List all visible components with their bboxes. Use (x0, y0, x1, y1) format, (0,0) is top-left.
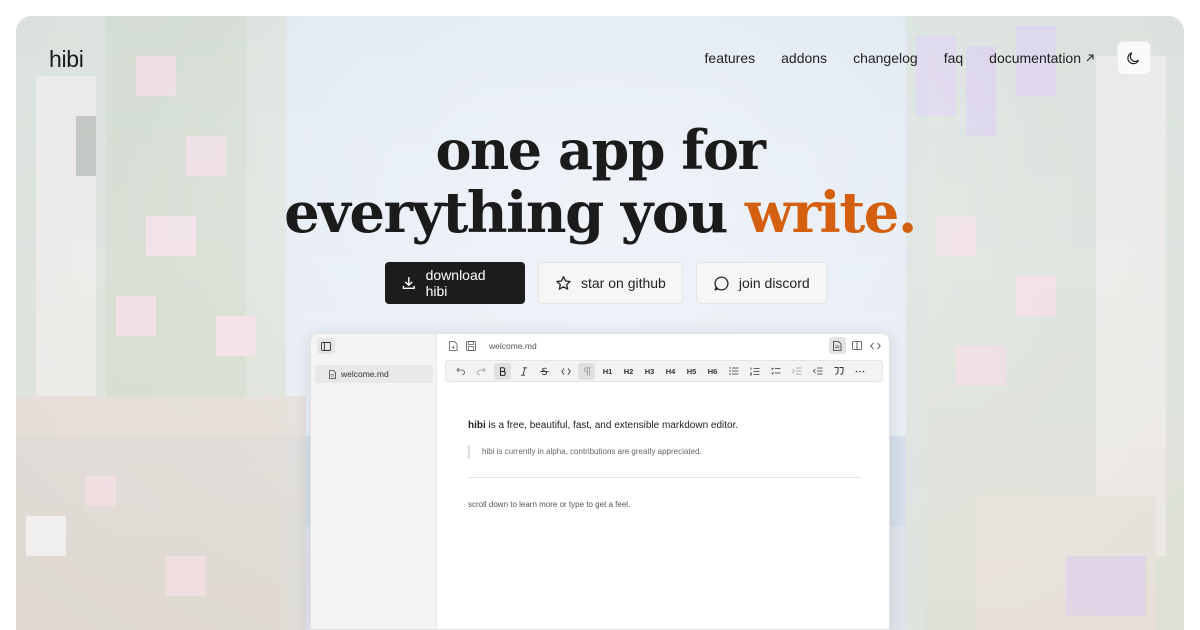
format-toolbar: H1 H2 H3 H4 H5 H6 (445, 360, 883, 382)
split-view-button[interactable] (848, 337, 865, 354)
discord-button[interactable]: join discord (695, 262, 827, 304)
ordered-list-icon[interactable] (746, 363, 763, 380)
nav-link-label: features (704, 50, 756, 66)
nav-link-label: documentation (989, 50, 1081, 66)
github-star-button[interactable]: star on github (538, 262, 683, 304)
heading-5-button[interactable]: H5 (683, 363, 700, 380)
editor-blockquote: hibi is currently in alpha, contribution… (468, 445, 862, 459)
open-file-name: welcome.md (489, 341, 537, 351)
hero-headline-plain: everything you (284, 180, 745, 246)
bullet-list-icon[interactable] (725, 363, 742, 380)
main-nav: features addons changelog faq documentat… (705, 50, 1095, 66)
editor-paragraph-scroll: scroll down to learn more or type to get… (468, 500, 631, 509)
site-header: hibi features addons changelog faq docum… (16, 16, 1184, 102)
theme-toggle-button[interactable] (1117, 41, 1151, 75)
source-view-button[interactable] (867, 337, 884, 354)
heading-6-button[interactable]: H6 (704, 363, 721, 380)
editor-intro-text: is a free, beautiful, fast, and extensib… (485, 420, 739, 431)
document-icon (833, 340, 842, 351)
app-topbar: welcome.md (437, 334, 889, 358)
editor-paragraph-intro: hibi is a free, beautiful, fast, and ext… (468, 420, 862, 431)
nav-link-label: addons (781, 50, 828, 66)
app-preview-window: welcome.md welcome.md H1 H2 H3 H4 H5 H6 … (310, 333, 890, 630)
bold-icon[interactable] (494, 362, 511, 380)
nav-link-changelog[interactable]: changelog (853, 50, 918, 66)
document-view-button[interactable] (829, 337, 846, 354)
nav-link-label: faq (943, 50, 964, 66)
external-arrow-icon (1086, 54, 1094, 62)
nav-link-documentation[interactable]: documentation (989, 50, 1095, 66)
discord-button-label: join discord (738, 275, 810, 291)
more-icon[interactable] (851, 363, 868, 380)
code-icon (870, 342, 881, 349)
sidebar-toggle-button[interactable] (317, 338, 335, 354)
moon-icon (1127, 52, 1140, 65)
outdent-icon[interactable] (809, 363, 826, 380)
indent-icon[interactable] (788, 363, 805, 380)
heading-2-button[interactable]: H2 (620, 363, 637, 380)
cta-group: download hibi star on github join discor… (385, 262, 827, 304)
hero-headline-accent: write. (744, 180, 917, 246)
logo[interactable]: hibi (49, 46, 84, 73)
split-view-icon (851, 341, 862, 350)
nav-link-features[interactable]: features (705, 50, 756, 66)
download-button-label: download hibi (425, 267, 486, 299)
save-icon[interactable] (465, 340, 477, 352)
heading-3-button[interactable]: H3 (641, 363, 658, 380)
redo-icon[interactable] (473, 363, 490, 380)
editor-divider (468, 477, 862, 478)
star-icon (556, 275, 571, 290)
download-icon (402, 277, 415, 290)
new-file-icon[interactable] (447, 340, 459, 352)
heading-1-button[interactable]: H1 (599, 363, 616, 380)
quote-icon[interactable] (830, 363, 847, 380)
hero-headline-line1: one app for (435, 118, 766, 182)
nav-link-label: changelog (853, 50, 918, 66)
undo-icon[interactable] (452, 363, 469, 380)
file-name: welcome.md (341, 369, 389, 379)
paragraph-icon[interactable] (578, 362, 595, 380)
file-list-item[interactable]: welcome.md (315, 365, 433, 383)
checklist-icon[interactable] (767, 363, 784, 380)
editor-bold-text: hibi (468, 420, 486, 431)
italic-icon[interactable] (515, 363, 532, 380)
strikethrough-icon[interactable] (536, 363, 553, 380)
nav-link-addons[interactable]: addons (781, 50, 827, 66)
file-icon (329, 369, 336, 379)
download-button[interactable]: download hibi (385, 262, 525, 304)
sidebar-icon (321, 341, 331, 351)
app-sidebar: welcome.md (311, 334, 437, 629)
heading-4-button[interactable]: H4 (662, 363, 679, 380)
github-star-button-label: star on github (581, 275, 666, 291)
inline-code-icon[interactable] (557, 363, 574, 380)
hero-headline-line2: everything you write. (0, 180, 1200, 246)
chat-bubble-icon (714, 275, 729, 291)
editor-content[interactable]: hibi is a free, beautiful, fast, and ext… (468, 420, 862, 509)
nav-link-faq[interactable]: faq (944, 50, 963, 66)
